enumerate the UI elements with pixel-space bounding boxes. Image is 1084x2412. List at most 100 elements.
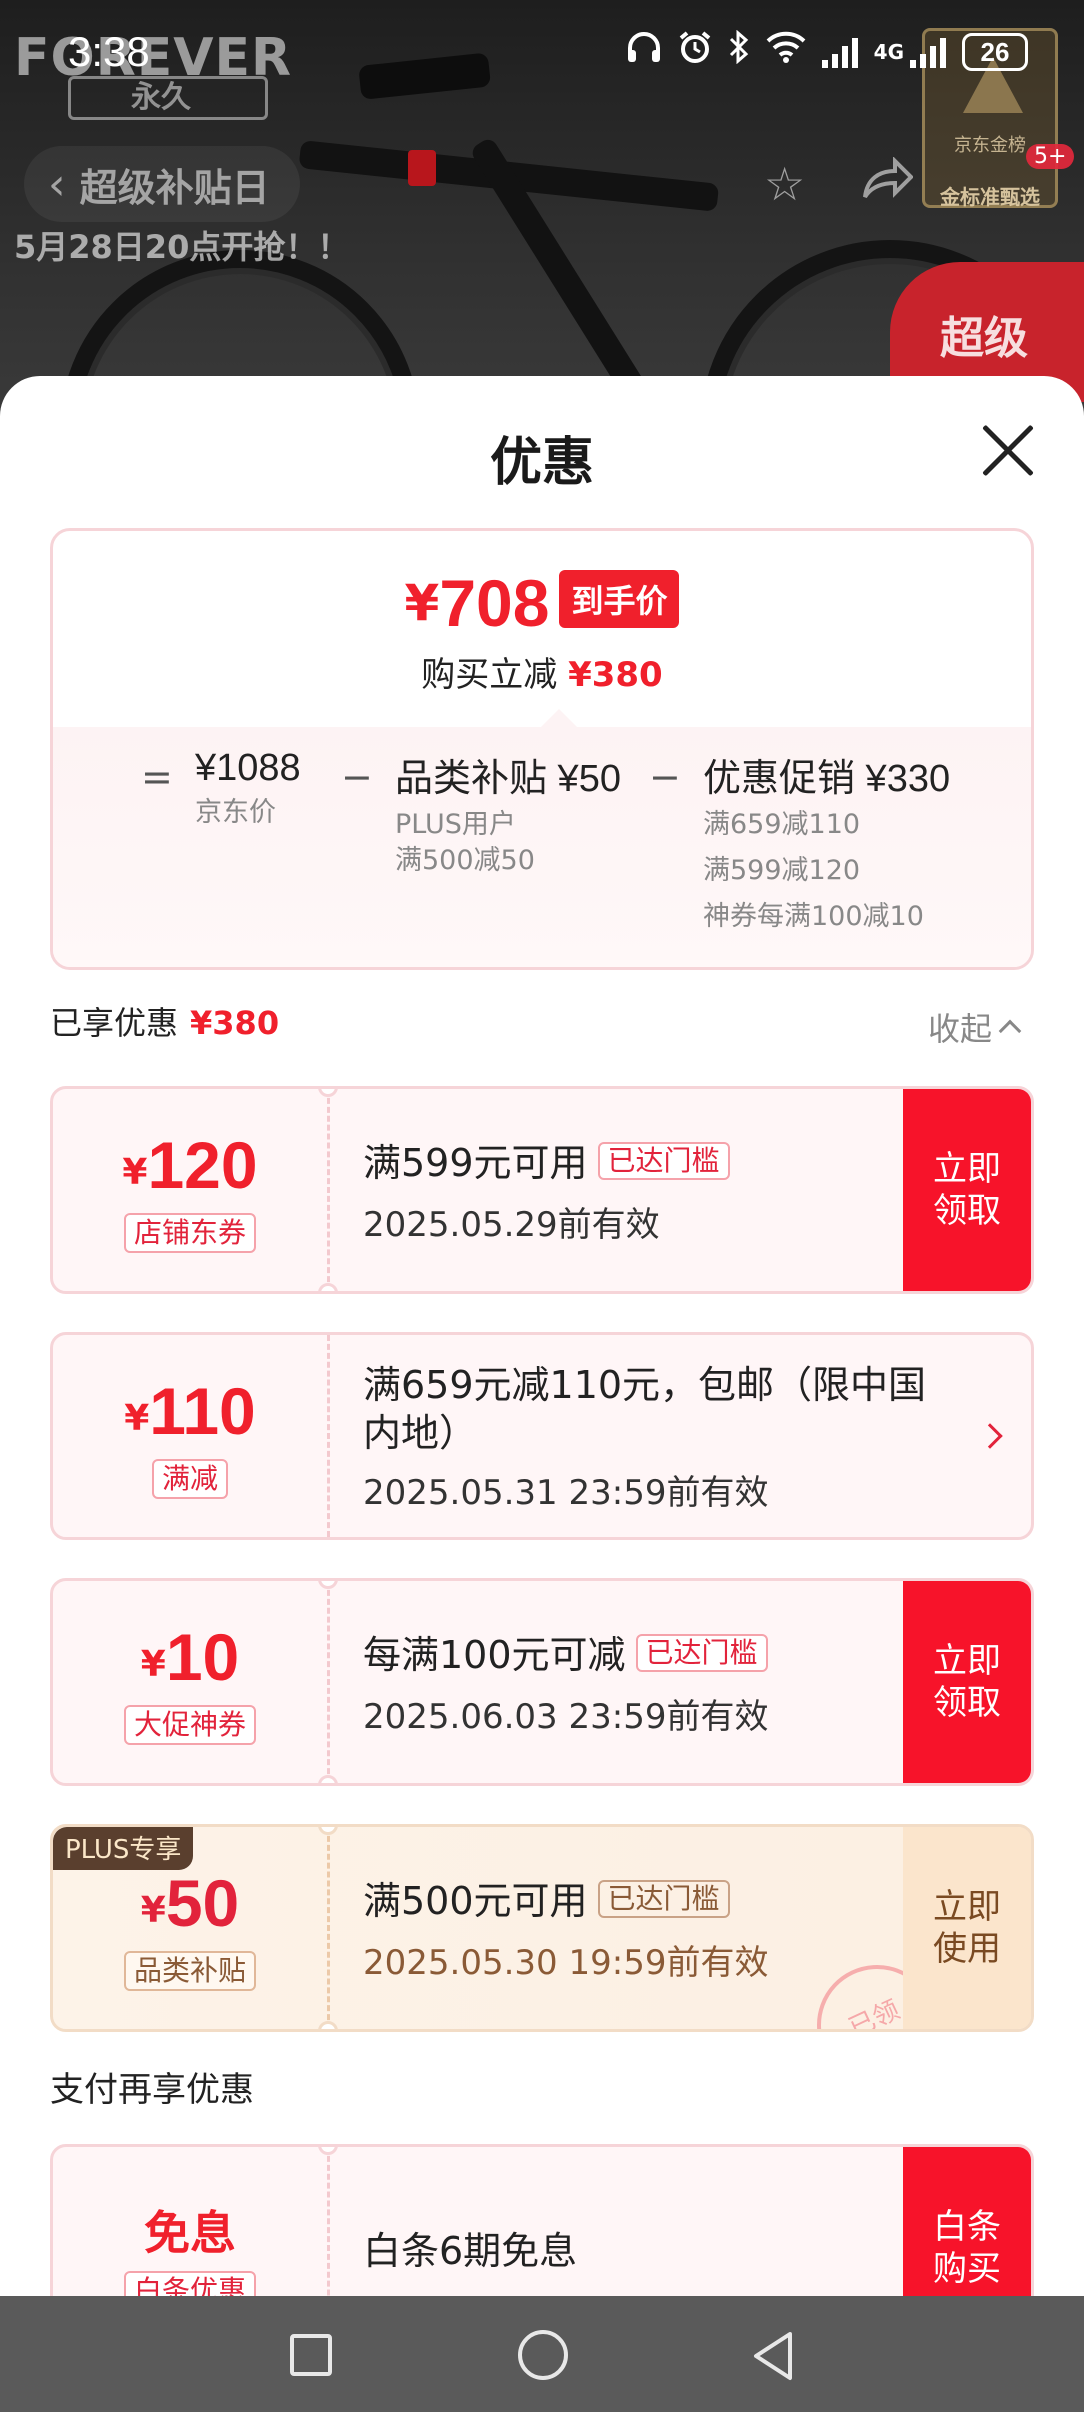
coupon-validity: 2025.06.03 23:59前有效 <box>363 1697 769 1737</box>
nav-title: 超级补贴日 <box>79 165 270 210</box>
nav-actions: ☆ <box>764 146 915 222</box>
enjoyed-value: ¥380 <box>190 1004 280 1042</box>
pay-section-title: 支付再享优惠 <box>50 2070 254 2110</box>
pay-offer-card: 免息 白条优惠 白条6期免息 白条购买 <box>50 2144 1034 2296</box>
chevron-right-icon[interactable] <box>977 1423 1003 1449</box>
price-cut: 购买立减 ¥380 <box>53 647 1031 696</box>
pay-offer-big: 免息 <box>144 2206 236 2260</box>
use-label: 立即使用 <box>933 1887 1001 1969</box>
enjoyed-discount: 已享优惠 ¥380 <box>50 998 279 1044</box>
price-cut-value: ¥380 <box>568 655 663 695</box>
coupon-value: ¥10 大促神券 <box>53 1581 327 1783</box>
promo-sub1: 满659减110 <box>703 809 861 840</box>
promo-column: 优惠促销 ¥330 满659减110 满599减120 神券每满100减10 <box>703 747 950 940</box>
final-price-value: 708 <box>439 566 550 640</box>
coupon-type: 品类补贴 <box>123 1951 256 1991</box>
battery-indicator: 26 <box>962 32 1028 71</box>
coupon-divider <box>327 1581 330 1783</box>
jd-price-label: 京东价 <box>195 797 276 828</box>
signal-icon-2 <box>910 36 946 68</box>
coupon-type: 满减 <box>151 1459 228 1499</box>
chevron-up-icon <box>998 1019 1022 1043</box>
home-icon[interactable] <box>518 2330 568 2380</box>
coupon-notch <box>318 1283 338 1291</box>
bluetooth-icon <box>728 29 750 73</box>
back-button[interactable]: ‹ 超级补贴日 <box>24 146 300 222</box>
jd-price: ¥1088 <box>195 747 301 789</box>
final-price: ¥708 到手价 <box>53 565 1031 641</box>
coupon-amount: 10 <box>165 1620 240 1694</box>
category-subsidy-sub2: 满500减50 <box>395 845 535 876</box>
share-icon[interactable] <box>861 155 915 212</box>
coupon-amount: 50 <box>165 1866 240 1940</box>
claim-button[interactable]: 立即领取 <box>903 1581 1031 1783</box>
coupon-divider <box>327 2147 330 2296</box>
price-summary-card: ¥708 到手价 购买立减 ¥380 = ¥1088 京东价 − 品类补贴 ¥50… <box>50 528 1034 970</box>
status-icons: 4G 26 <box>626 29 1028 73</box>
status-time: 3:38 <box>68 28 150 75</box>
plus-coupon-card: ¥50 品类补贴 PLUS专享 满500元可用 已达门槛 2025.05.30 1… <box>50 1824 1034 2032</box>
coupon-divider <box>327 1089 330 1291</box>
coupon-desc: 满659元减110元，包邮（限中国内地） <box>363 1363 927 1455</box>
coupon-condition: 每满100元可减 <box>363 1633 626 1677</box>
coupon-divider <box>327 1827 330 2029</box>
promo-sub2: 满599减120 <box>703 855 861 886</box>
threshold-badge: 已达门槛 <box>597 1142 730 1180</box>
close-button[interactable] <box>980 422 1036 478</box>
pay-offer-type: 白条优惠 <box>123 2271 256 2296</box>
coupon-card: ¥120 店铺东券 满599元可用 已达门槛 2025.05.29前有效 立即领取 <box>50 1086 1034 1294</box>
collapse-button[interactable]: 收起 <box>928 1004 1022 1050</box>
coupon-value: ¥110 满减 <box>53 1335 327 1537</box>
minus-sign-2: − <box>649 755 681 799</box>
baitiao-buy-label: 白条购买 <box>933 2207 1001 2289</box>
headphones-icon <box>626 30 662 73</box>
price-head: ¥708 到手价 购买立减 ¥380 <box>53 531 1031 727</box>
baitiao-buy-button[interactable]: 白条购买 <box>903 2147 1031 2296</box>
promo-sub3: 神券每满100减10 <box>703 901 924 932</box>
discount-sheet: 优惠 ¥708 到手价 购买立减 ¥380 = ¥1088 京东价 − 品类补贴 … <box>0 376 1084 2296</box>
coupon-validity: 2025.05.29前有效 <box>363 1205 660 1245</box>
wifi-icon <box>766 31 806 72</box>
price-breakdown: = ¥1088 京东价 − 品类补贴 ¥50 PLUS用户 满500减50 − … <box>53 709 1031 967</box>
network-type: 4G <box>873 39 904 64</box>
coupon-yen: ¥ <box>122 1152 148 1193</box>
red-promo-text: 超级 <box>940 313 1028 364</box>
equals-sign: = <box>141 755 173 799</box>
status-bar: 3:38 4G 26 <box>0 0 1084 110</box>
coupon-desc: 满500元可用 已达门槛 <box>363 1877 923 1925</box>
claim-button[interactable]: 立即领取 <box>903 1089 1031 1291</box>
coupon-amount: 120 <box>147 1128 258 1202</box>
chevron-left-icon: ‹ <box>48 158 66 210</box>
coupon-type: 店铺东券 <box>123 1213 256 1253</box>
recents-icon[interactable] <box>290 2334 332 2376</box>
star-icon[interactable]: ☆ <box>764 157 805 211</box>
coupon-condition: 满599元可用 <box>363 1141 588 1185</box>
system-nav-bar <box>0 2296 1084 2412</box>
promo-start-time: 5月28日20点开抢！！ <box>14 228 350 266</box>
claim-label: 立即领取 <box>933 1641 1001 1723</box>
claim-label: 立即领取 <box>933 1149 1001 1231</box>
pay-offer-value: 免息 白条优惠 <box>53 2147 327 2296</box>
category-subsidy: 品类补贴 ¥50 <box>395 758 621 800</box>
alarm-icon <box>678 30 712 73</box>
coupon-type: 大促神券 <box>123 1705 256 1745</box>
plus-exclusive-tag: PLUS专享 <box>53 1827 194 1870</box>
use-button[interactable]: 立即使用 <box>903 1827 1031 2029</box>
coupon-desc: 满599元可用 已达门槛 <box>363 1139 923 1187</box>
enjoyed-label: 已享优惠 <box>50 1004 179 1042</box>
price-cut-label: 购买立减 <box>421 655 558 695</box>
collapse-label: 收起 <box>928 1010 993 1048</box>
product-top-nav: ‹ 超级补贴日 ☆ <box>24 146 1060 222</box>
coupon-desc: 每满100元可减 已达门槛 <box>363 1631 923 1679</box>
jd-price-column: ¥1088 京东价 <box>195 747 301 836</box>
coupon-card[interactable]: ¥110 满减 满659元减110元，包邮（限中国内地） 2025.05.31 … <box>50 1332 1034 1540</box>
promo-total: 优惠促销 ¥330 <box>703 758 951 800</box>
signal-icon <box>821 36 858 68</box>
final-price-yen: ¥ <box>404 574 440 632</box>
final-price-tag: 到手价 <box>559 570 680 628</box>
coupon-validity: 2025.05.30 19:59前有效 <box>363 1943 769 1983</box>
coupon-card: ¥10 大促神券 每满100元可减 已达门槛 2025.06.03 23:59前有… <box>50 1578 1034 1786</box>
coupon-value: ¥120 店铺东券 <box>53 1089 327 1291</box>
coupon-yen: ¥ <box>124 1398 150 1439</box>
coupon-divider <box>327 1335 330 1537</box>
